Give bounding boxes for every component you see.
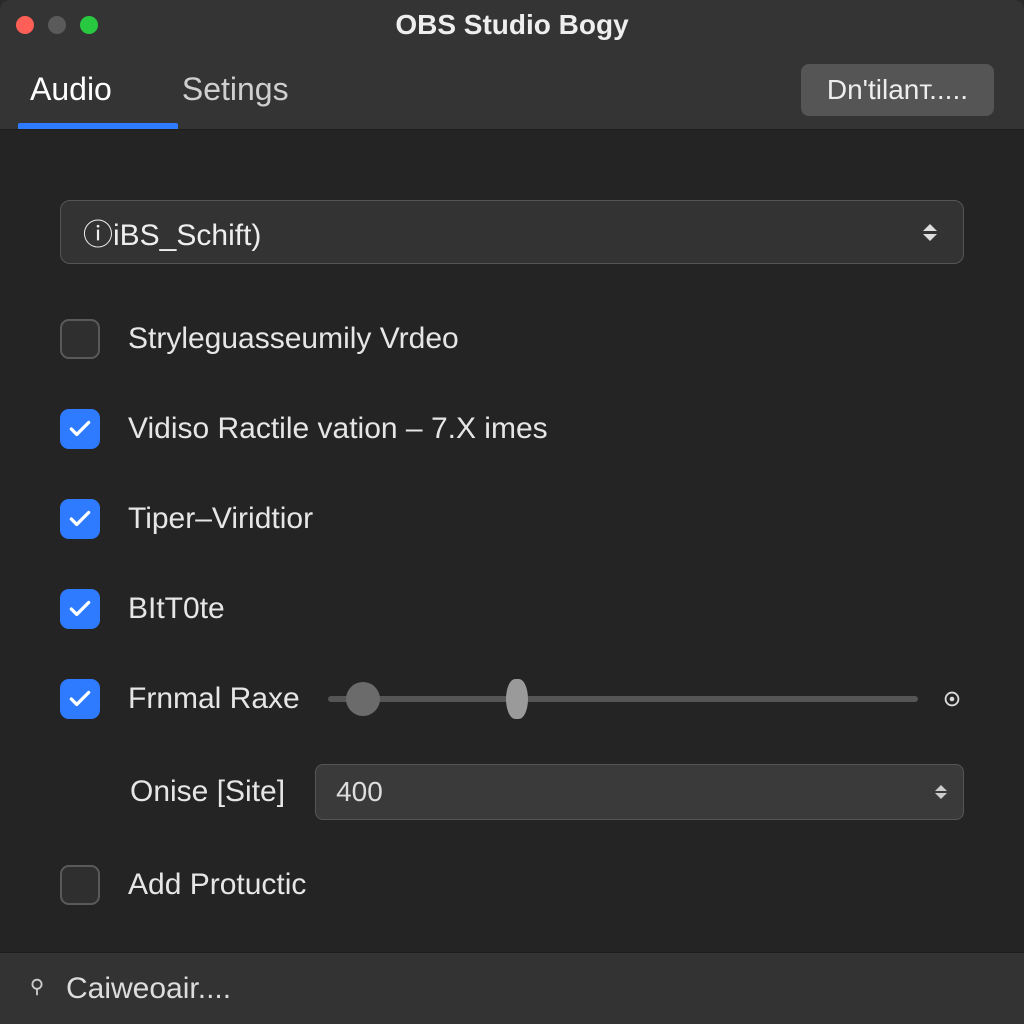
select-value: ⓘiBS_Schift): [83, 210, 261, 254]
checkmark-icon: [67, 416, 93, 442]
option-label: Frnmal Raxe: [128, 682, 300, 716]
status-bar: Caiweoair....: [0, 952, 1024, 1024]
chevron-updown-icon: [919, 224, 941, 241]
option-label: Stryleguasseumily Vrdeo: [128, 322, 459, 356]
option-row: Vidiso Ractile vation – 7.X imes: [60, 404, 964, 454]
active-tab-indicator: [18, 123, 178, 129]
checkmark-icon: [67, 596, 93, 622]
checkbox-tiper-viridtior[interactable]: [60, 499, 100, 539]
onise-input[interactable]: 400: [315, 764, 964, 820]
tab-bar: Audio Setings Dn'tilanт.....: [0, 50, 1024, 130]
checkmark-icon: [67, 686, 93, 712]
settings-panel: ⓘiBS_Schift) Stryleguasseumily Vrdeo Vid…: [0, 130, 1024, 970]
onise-value: 400: [336, 776, 383, 808]
tab-settings[interactable]: Setings: [182, 50, 289, 130]
checkbox-frnmal-raxe[interactable]: [60, 679, 100, 719]
option-row: Add Protuctic: [60, 860, 964, 910]
option-row: Frnmal Raxe: [60, 674, 964, 724]
option-label: Vidiso Ractile vation – 7.X imes: [128, 412, 548, 446]
checkbox-stryleguasseumily[interactable]: [60, 319, 100, 359]
option-label: Tiper–Viridtior: [128, 502, 313, 536]
target-icon[interactable]: [940, 687, 964, 711]
slider-thumb[interactable]: [346, 682, 380, 716]
tab-audio[interactable]: Audio: [30, 50, 112, 130]
stepper-icon[interactable]: [935, 785, 947, 799]
tab-label: Setings: [182, 71, 289, 108]
maximize-window-button[interactable]: [80, 16, 98, 34]
checkbox-vidiso-ractile[interactable]: [60, 409, 100, 449]
checkmark-icon: [67, 506, 93, 532]
close-window-button[interactable]: [16, 16, 34, 34]
profile-select[interactable]: ⓘiBS_Schift): [60, 200, 964, 264]
button-label: Dn'tilanт.....: [827, 74, 968, 105]
slider-container: [328, 687, 964, 711]
slider-marker[interactable]: [506, 679, 528, 719]
option-row: BItT0te: [60, 584, 964, 634]
titlebar: OBS Studio Bogy: [0, 0, 1024, 50]
option-label: BItT0te: [128, 592, 225, 626]
window-title: OBS Studio Bogy: [0, 9, 1024, 41]
window-controls: [16, 16, 98, 34]
onise-label: Onise [Site]: [130, 775, 285, 809]
frnmal-raxe-slider[interactable]: [328, 696, 918, 702]
onise-row: Onise [Site] 400: [60, 764, 964, 820]
pin-icon[interactable]: [26, 972, 48, 1006]
checkbox-add-protuctic[interactable]: [60, 865, 100, 905]
checkbox-bitt0te[interactable]: [60, 589, 100, 629]
option-row: Tiper–Viridtior: [60, 494, 964, 544]
option-label: Add Protuctic: [128, 868, 306, 902]
header-action-button[interactable]: Dn'tilanт.....: [801, 64, 994, 116]
tab-label: Audio: [30, 71, 112, 108]
status-text: Caiweoair....: [66, 972, 231, 1006]
minimize-window-button[interactable]: [48, 16, 66, 34]
option-row: Stryleguasseumily Vrdeo: [60, 314, 964, 364]
